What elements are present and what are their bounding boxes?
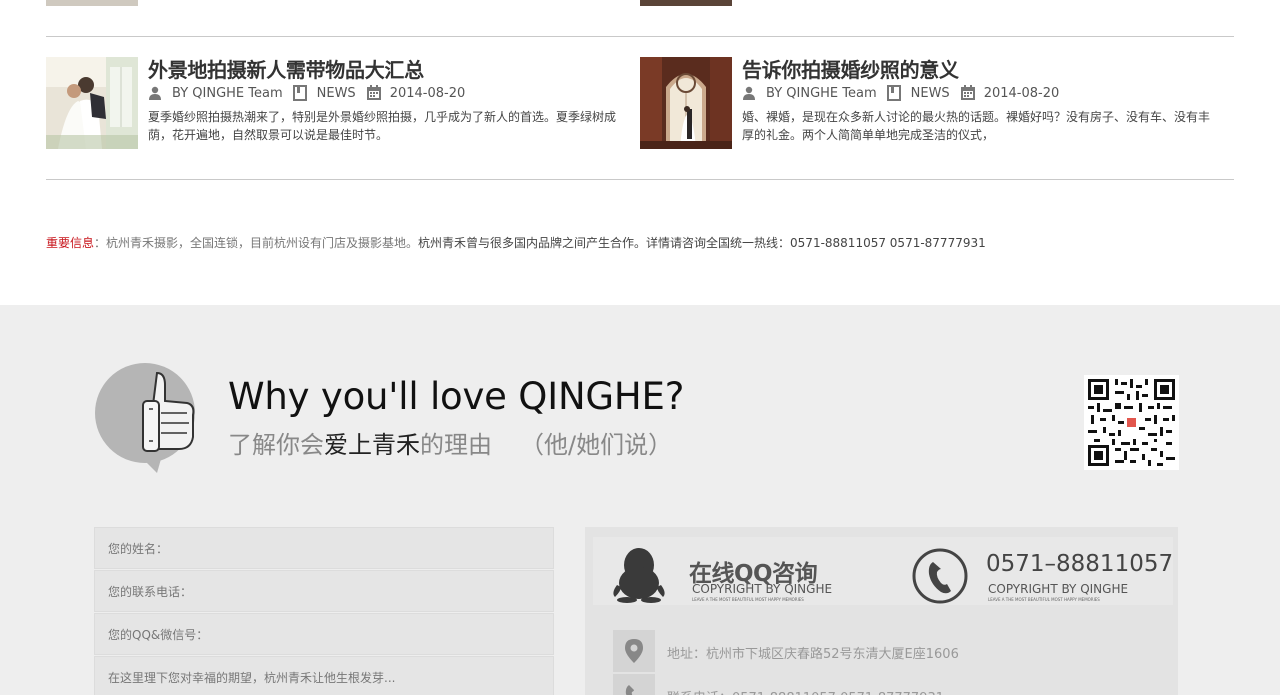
post-date: 2014-08-20 <box>389 85 466 101</box>
post-meta: BY QINGHE Team NEWS 2014-08-20 <box>742 84 1069 102</box>
why-sub-after: 的理由 <box>420 431 492 459</box>
notice-label: 重要信息 <box>46 236 95 250</box>
news-post: 外景地拍摄新人需带物品大汇总 BY QINGHE Team NEWS 2014-… <box>46 57 636 149</box>
calendar-icon <box>960 85 976 101</box>
post-thumbnail[interactable] <box>640 57 732 149</box>
phone-copyright: COPYRIGHT BY QINGHE <box>988 582 1129 596</box>
post-category[interactable]: NEWS <box>911 86 950 101</box>
why-sub-before: 了解你会 <box>228 431 324 459</box>
phone-text: 联系电话：0571-88811057 0571-87777931 <box>667 687 944 695</box>
qq-copyright: COPYRIGHT BY QINGHE <box>692 582 833 596</box>
previous-post-thumbnail[interactable] <box>640 0 732 6</box>
phone-tagline: LEAVE A THE MOST BEAUTIFUL MOST HAPPY ME… <box>988 597 1100 602</box>
phone-icon[interactable] <box>911 547 969 609</box>
hotline-number[interactable]: 0571–88811057 <box>986 551 1173 577</box>
why-sub-highlight: 爱上青禾 <box>324 431 420 459</box>
qr-code <box>1084 375 1179 470</box>
why-heading: Why you'll love QINGHE? <box>228 375 685 418</box>
name-field[interactable]: 您的姓名： <box>94 527 554 569</box>
news-post: 告诉你拍摄婚纱照的意义 BY QINGHE Team NEWS 2014-08-… <box>640 57 1230 149</box>
qq-tagline: LEAVE A THE MOST BEAUTIFUL MOST HAPPY ME… <box>692 597 804 602</box>
address-row: 地址：杭州市下城区庆春路52号东清大厦E座1606 <box>613 630 1153 672</box>
qq-penguin-icon[interactable] <box>611 545 667 607</box>
post-author: BY QINGHE Team <box>766 85 877 101</box>
bookmark-icon <box>886 85 903 101</box>
post-excerpt: 夏季婚纱照拍摄热潮来了，特别是外景婚纱照拍摄，几乎成为了新人的首选。夏季绿树成荫… <box>148 110 617 142</box>
phone-field[interactable]: 您的联系电话： <box>94 570 554 612</box>
divider <box>46 36 1234 37</box>
important-notice: 重要信息：杭州青禾摄影，全国连锁，目前杭州设有门店及摄影基地。杭州青禾曾与很多国… <box>46 234 986 251</box>
post-excerpt: 婚、裸婚，是现在众多新人讨论的最火热的话题。裸婚好吗？没有房子、没有车、没有丰厚… <box>742 110 1211 142</box>
phone-row: 联系电话：0571-88811057 0571-87777931 <box>613 674 1153 695</box>
post-title[interactable]: 外景地拍摄新人需带物品大汇总 <box>148 54 424 83</box>
thumbs-up-icon <box>95 363 199 479</box>
message-field[interactable]: 在这里理下您对幸福的期望，杭州青禾让他生根发芽... <box>94 656 554 695</box>
phone-icon <box>613 674 655 695</box>
address-text: 地址：杭州市下城区庆春路52号东清大厦E座1606 <box>667 647 959 662</box>
qq-wechat-field[interactable]: 您的QQ&微信号： <box>94 613 554 655</box>
bookmark-icon <box>292 85 309 101</box>
divider <box>46 179 1234 180</box>
contact-panel: 在线QQ咨询 COPYRIGHT BY QINGHE LEAVE A THE M… <box>585 527 1178 695</box>
post-title[interactable]: 告诉你拍摄婚纱照的意义 <box>742 54 959 83</box>
contact-form: 您的姓名： 您的联系电话： 您的QQ&微信号： 在这里理下您对幸福的期望，杭州青… <box>94 527 554 695</box>
previous-post-thumbnail[interactable] <box>46 0 138 6</box>
post-thumbnail[interactable] <box>46 57 138 149</box>
post-meta: BY QINGHE Team NEWS 2014-08-20 <box>148 84 475 102</box>
previous-posts-fragment <box>0 0 1280 8</box>
calendar-icon <box>366 85 382 101</box>
contact-band: 在线QQ咨询 COPYRIGHT BY QINGHE LEAVE A THE M… <box>593 537 1173 605</box>
post-category[interactable]: NEWS <box>317 86 356 101</box>
post-date: 2014-08-20 <box>983 85 1060 101</box>
why-sub-paren: （他/她们说） <box>520 431 673 459</box>
user-icon <box>742 85 758 101</box>
footer: Why you'll love QINGHE? 了解你会爱上青禾的理由 （他/她们… <box>0 305 1280 695</box>
location-pin-icon <box>613 630 655 672</box>
post-author: BY QINGHE Team <box>172 85 283 101</box>
why-subheading: 了解你会爱上青禾的理由 （他/她们说） <box>228 425 672 460</box>
user-icon <box>148 85 164 101</box>
notice-gray-text: ：杭州青禾摄影，全国连锁，目前杭州设有门店及摄影基地。 <box>94 236 419 250</box>
notice-dark-text: 杭州青禾曾与很多国内品牌之间产生合作。详情请咨询全国统一热线：0571-8881… <box>418 236 986 250</box>
